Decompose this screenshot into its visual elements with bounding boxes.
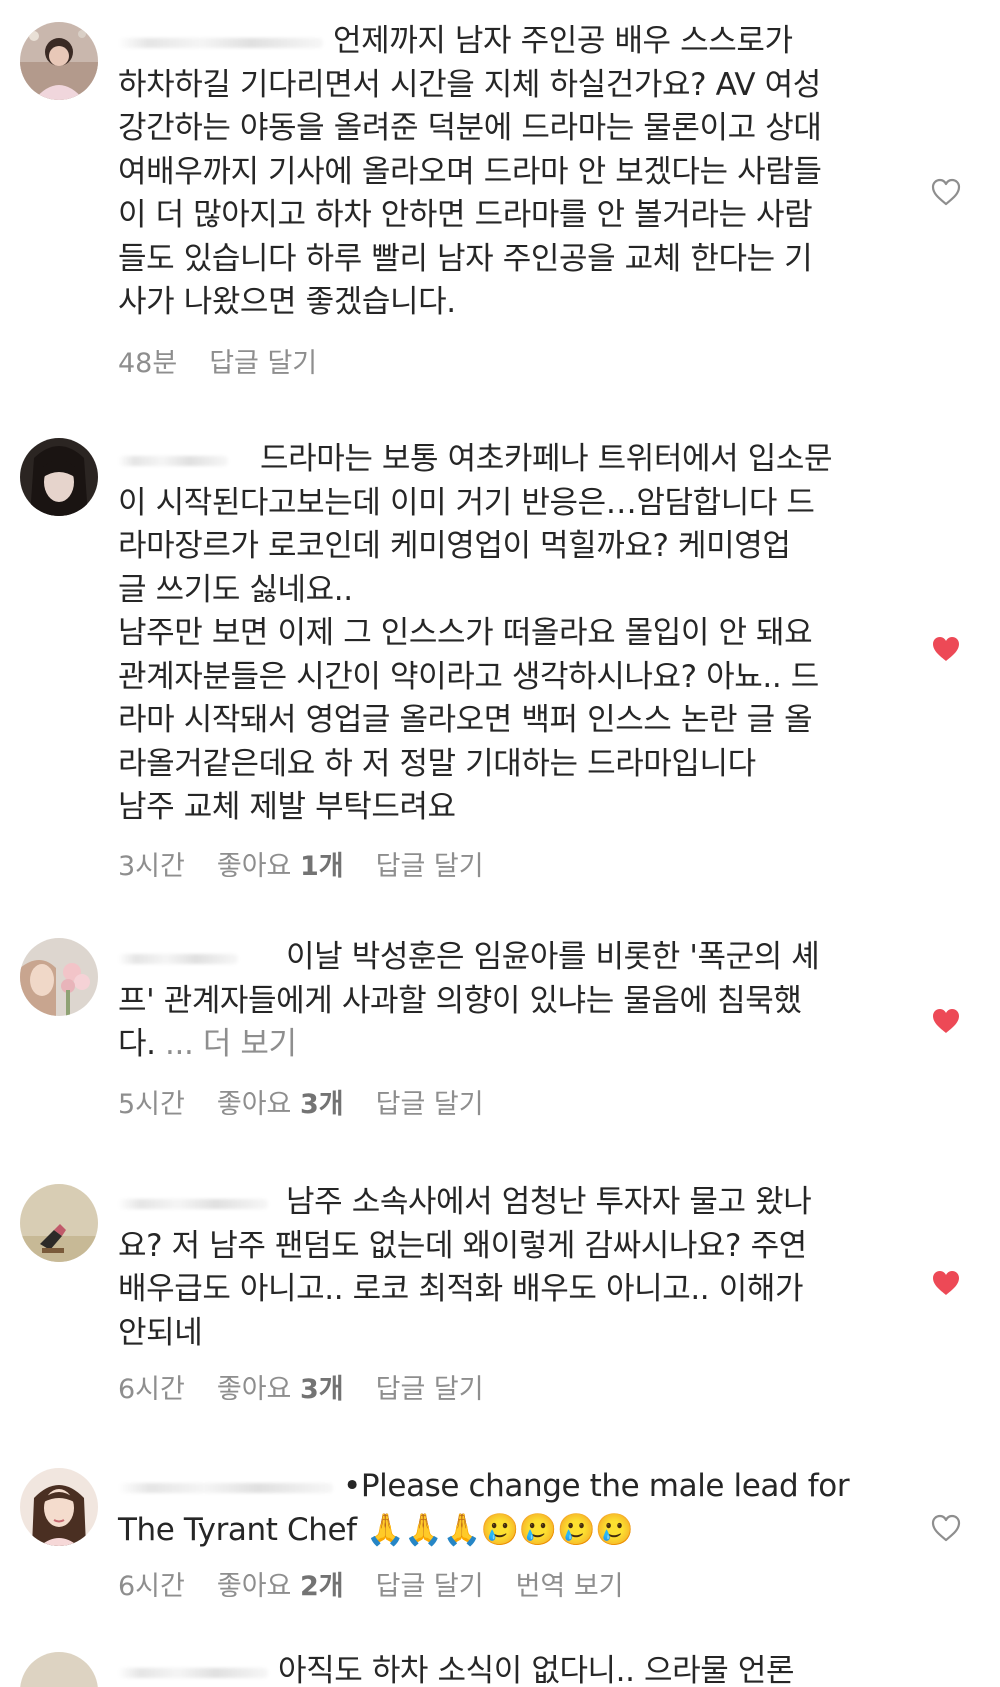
username-blurred[interactable] — [118, 1667, 268, 1678]
comment-meta: 3시간 좋아요 1개 답글 달기 — [118, 844, 516, 883]
comment-meta: 5시간 좋아요 3개 답글 달기 — [118, 1082, 516, 1121]
comment-time: 3시간 — [118, 851, 185, 882]
likes-number: 3개 — [299, 1089, 344, 1120]
comment-line: 남주 소속사에서 엄청난 투자자 물고 왔나 — [286, 1184, 812, 1220]
comment-line: 이 시작된다고보는데 이미 거기 반응은…암담합니다 드 — [118, 484, 815, 521]
comment-line: 다. — [118, 1026, 166, 1062]
comment-meta: 6시간 좋아요 3개 답글 달기 — [118, 1367, 516, 1406]
comment-text: 이날 박성훈은 임윤아를 비롯한 '폭군의 셰 프' 관계자들에게 사과할 의향… — [118, 936, 900, 1067]
reply-button[interactable]: 답글 달기 — [376, 851, 484, 882]
heart-icon[interactable] — [930, 1513, 962, 1543]
comment-meta: 6시간 좋아요 2개 답글 달기 번역 보기 — [118, 1564, 656, 1603]
translate-button[interactable]: 번역 보기 — [516, 1571, 624, 1602]
username-blurred[interactable] — [118, 1198, 268, 1209]
likes-label: 좋아요 — [216, 1374, 292, 1405]
likes-number: 1개 — [299, 851, 344, 882]
comment-time: 5시간 — [118, 1089, 185, 1120]
comment-line: 강간하는 야동을 올려준 덕분에 드라마는 물론이고 상대 — [118, 110, 822, 146]
avatar[interactable] — [20, 938, 98, 1016]
reply-button[interactable]: 답글 달기 — [376, 1571, 484, 1602]
likes-label: 좋아요 — [216, 851, 292, 882]
reply-button[interactable]: 답글 달기 — [376, 1089, 484, 1120]
comment-line: 여배우까지 기사에 올라오며 드라마 안 보겠다는 사람들 — [118, 153, 822, 190]
heart-icon[interactable] — [930, 1006, 962, 1036]
likes-number: 2개 — [299, 1571, 344, 1602]
comment-line: 요? 저 남주 팬덤도 없는데 왜이렇게 감싸시나요? 주연 — [118, 1227, 807, 1264]
comment-line: 남주만 보면 이제 그 인스스가 떠올라요 몰입이 안 돼요 — [118, 615, 813, 651]
avatar[interactable] — [20, 1652, 98, 1687]
reply-button[interactable]: 답글 달기 — [376, 1374, 484, 1405]
comment-line: 드라마는 보통 여초카페나 트위터에서 입소문 — [260, 441, 833, 477]
comment-line: 들도 있습니다 하루 빨리 남자 주인공을 교체 한다는 기 — [118, 240, 813, 277]
avatar[interactable] — [20, 1468, 98, 1546]
comment-line: 라마 시작돼서 영업글 올라오면 백퍼 인스스 논란 글 올 — [118, 702, 813, 738]
comment-line: 이 더 많아지고 하차 안하면 드라마를 안 볼거라는 사람 — [118, 197, 813, 233]
comment-text: 아직도 하차 소식이 없다니.. 으라물 언론 — [118, 1650, 900, 1687]
comment-text: •Please change the male lead for The Tyr… — [118, 1465, 900, 1552]
likes-number: 3개 — [299, 1374, 344, 1405]
comment-line: 라마장르가 로코인데 케미영업이 먹힐까요? 케미영업 — [118, 528, 791, 564]
comment-text: 남주 소속사에서 엄청난 투자자 물고 왔나 요? 저 남주 팬덤도 없는데 왜… — [118, 1181, 900, 1355]
comment-item-partial: 아직도 하차 소식이 없다니.. 으라물 언론 — [0, 1648, 1000, 1687]
comment-line: 프' 관계자들에게 사과할 의향이 있냐는 물음에 침묵했 — [118, 982, 802, 1019]
comment-line: 관계자분들은 시간이 약이라고 생각하시나요? 아뇨.. 드 — [118, 658, 819, 695]
reply-button[interactable]: 답글 달기 — [209, 348, 317, 379]
heart-icon[interactable] — [930, 177, 962, 207]
comment-line: The Tyrant Chef 🙏🙏🙏🥲🥲🥲🥲 — [118, 1511, 634, 1548]
likes-count[interactable]: 좋아요 3개 — [217, 1374, 344, 1405]
comment-time: 6시간 — [118, 1571, 185, 1602]
username-blurred[interactable] — [118, 455, 228, 466]
likes-label: 좋아요 — [216, 1571, 292, 1602]
likes-count[interactable]: 좋아요 3개 — [217, 1089, 344, 1120]
comment-line: 배우급도 아니고.. 로코 최적화 배우도 아니고.. 이해가 — [118, 1271, 804, 1307]
username-blurred[interactable] — [118, 37, 323, 48]
heart-icon[interactable] — [930, 634, 962, 664]
avatar[interactable] — [20, 1184, 98, 1262]
heart-icon[interactable] — [930, 1268, 962, 1298]
see-more-link[interactable]: ... 더 보기 — [165, 1026, 297, 1062]
comment-time: 48분 — [118, 348, 178, 379]
comment-line: 아직도 하차 소식이 없다니.. 으라물 언론 — [278, 1653, 795, 1687]
comment-line: •Please change the male lead for — [343, 1468, 850, 1504]
avatar[interactable] — [20, 438, 98, 516]
username-blurred[interactable] — [118, 953, 238, 964]
comment-meta: 48분 답글 달기 — [118, 341, 349, 380]
comment-line: 글 쓰기도 싫네요.. — [118, 571, 353, 608]
comment-line: 언제까지 남자 주인공 배우 스스로가 — [333, 23, 793, 59]
comment-line: 이날 박성훈은 임윤아를 비롯한 '폭군의 셰 — [286, 939, 820, 975]
likes-count[interactable]: 좋아요 2개 — [217, 1571, 344, 1602]
comment-text: 언제까지 남자 주인공 배우 스스로가 하차하길 기다리면서 시간을 지체 하실… — [118, 20, 900, 325]
comment-time: 6시간 — [118, 1374, 185, 1405]
comment-line: 안되네 — [118, 1314, 203, 1351]
comment-line: 남주 교체 제발 부탁드려요 — [118, 789, 456, 825]
likes-label: 좋아요 — [216, 1089, 292, 1120]
comment-line: 라올거같은데요 하 저 정말 기대하는 드라마입니다 — [118, 745, 756, 782]
username-blurred[interactable] — [118, 1482, 333, 1493]
likes-count[interactable]: 좋아요 1개 — [217, 851, 344, 882]
comment-line: 사가 나왔으면 좋겠습니다. — [118, 284, 456, 320]
comment-text: 드라마는 보통 여초카페나 트위터에서 입소문 이 시작된다고보는데 이미 거기… — [118, 438, 900, 830]
comment-line: 하차하길 기다리면서 시간을 지체 하실건가요? AV 여성 — [118, 66, 821, 103]
avatar[interactable] — [20, 22, 98, 100]
